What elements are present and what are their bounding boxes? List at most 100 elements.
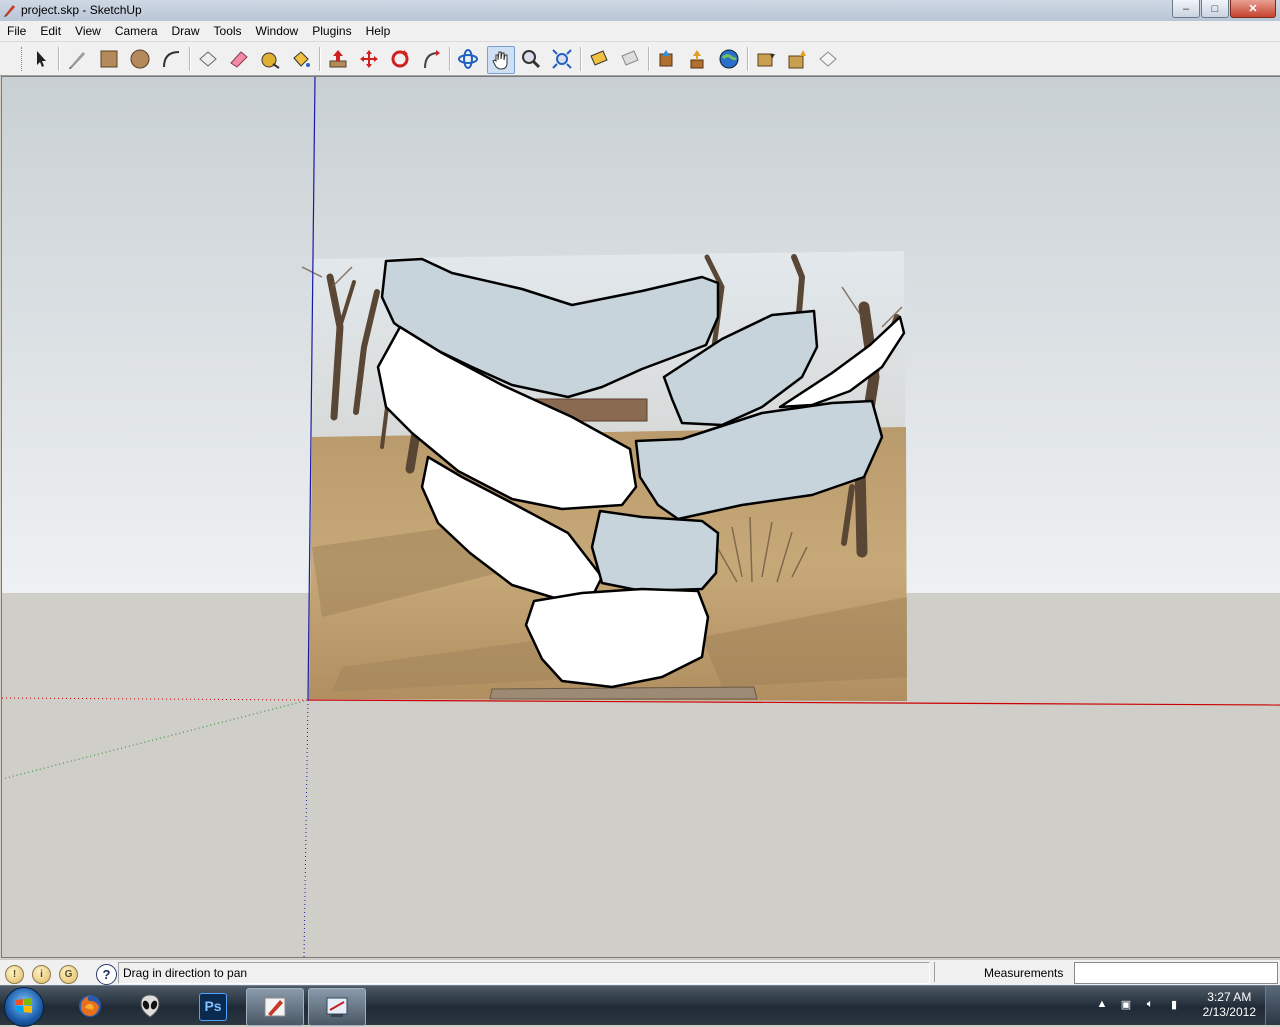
arc-tool-button[interactable] bbox=[158, 46, 184, 72]
components-share-icon bbox=[819, 51, 837, 67]
select-icon bbox=[37, 51, 46, 67]
preview-google-earth-button[interactable] bbox=[716, 46, 742, 72]
arc-icon bbox=[163, 51, 180, 68]
rectangle-tool-button[interactable] bbox=[96, 46, 122, 72]
follow-me-button[interactable] bbox=[418, 46, 444, 72]
firefox-icon bbox=[79, 995, 101, 1017]
question-icon[interactable]: ? bbox=[96, 964, 117, 985]
system-clock[interactable]: 3:27 AM 2/13/2012 bbox=[1203, 990, 1256, 1020]
pan-icon bbox=[492, 51, 508, 70]
photoshop-icon: Ps bbox=[199, 993, 227, 1021]
menu-edit[interactable]: Edit bbox=[33, 21, 68, 41]
status-text-panel bbox=[118, 962, 930, 984]
google-signin-icon[interactable]: G bbox=[59, 965, 78, 984]
select-tool-button[interactable] bbox=[28, 46, 54, 72]
section-plane-button[interactable] bbox=[586, 46, 612, 72]
scene-canvas[interactable] bbox=[2, 77, 1280, 957]
move-tool-button[interactable] bbox=[356, 46, 382, 72]
status-bar: ! i G ? Drag in direction to pan Measure… bbox=[0, 959, 1280, 986]
get-models-button[interactable] bbox=[654, 46, 680, 72]
section-cut-button[interactable] bbox=[617, 46, 643, 72]
windows-start-icon[interactable] bbox=[4, 987, 44, 1027]
components-up-button[interactable] bbox=[784, 46, 810, 72]
menu-draw[interactable]: Draw bbox=[165, 21, 207, 41]
maximize-button[interactable]: □ bbox=[1201, 0, 1229, 18]
close-button[interactable]: ✕ bbox=[1230, 0, 1276, 18]
push-pull-button[interactable] bbox=[325, 46, 351, 72]
toolbar-separator bbox=[580, 47, 582, 71]
components-up-icon bbox=[788, 50, 806, 69]
zoom-extents-button[interactable] bbox=[549, 46, 575, 72]
menu-view[interactable]: View bbox=[68, 21, 108, 41]
move-icon bbox=[360, 50, 378, 68]
menu-help[interactable]: Help bbox=[359, 21, 398, 41]
circle-tool-button[interactable] bbox=[127, 46, 153, 72]
measurements-label: Measurements bbox=[984, 966, 1064, 980]
section-plane-icon bbox=[590, 50, 608, 66]
taskbar-paint-app[interactable] bbox=[308, 988, 366, 1026]
clock-time: 3:27 AM bbox=[1207, 990, 1252, 1004]
minimize-button[interactable]: ‒ bbox=[1172, 0, 1200, 18]
window-title: project.skp - SketchUp bbox=[21, 3, 142, 17]
toolbar-separator bbox=[189, 47, 191, 71]
window-controls: ‒ □ ✕ bbox=[1172, 0, 1276, 18]
sketchup-app-icon bbox=[4, 5, 15, 17]
orbit-icon bbox=[458, 49, 478, 69]
taskbar-photoshop[interactable]: Ps bbox=[184, 988, 240, 1024]
eraser-icon bbox=[230, 51, 248, 68]
rotate-icon bbox=[391, 50, 409, 68]
paint-app-icon bbox=[326, 997, 348, 1017]
tape-measure-button[interactable] bbox=[257, 46, 283, 72]
show-hidden-icons-icon[interactable]: ▲ bbox=[1094, 998, 1110, 1014]
drawing-viewport[interactable] bbox=[1, 76, 1280, 958]
orbit-tool-button[interactable] bbox=[455, 46, 481, 72]
taskbar-alien-app[interactable] bbox=[122, 988, 178, 1024]
menu-plugins[interactable]: Plugins bbox=[305, 21, 358, 41]
taskbar-firefox[interactable] bbox=[62, 988, 118, 1024]
pan-tool-button[interactable] bbox=[487, 46, 515, 74]
follow-me-icon bbox=[424, 50, 440, 69]
credits-icon[interactable]: i bbox=[32, 965, 51, 984]
make-component-icon bbox=[199, 51, 217, 67]
rectangle-icon bbox=[100, 50, 118, 68]
make-component-button[interactable] bbox=[195, 46, 221, 72]
show-desktop-button[interactable] bbox=[1265, 986, 1280, 1025]
get-models-icon bbox=[659, 50, 673, 67]
zoom-icon bbox=[522, 50, 541, 69]
signal-bars-icon[interactable]: ▮ bbox=[1166, 998, 1182, 1014]
menu-window[interactable]: Window bbox=[249, 21, 306, 41]
zoom-extents-icon bbox=[552, 49, 572, 69]
network-device-icon[interactable]: ▣ bbox=[1118, 998, 1134, 1014]
share-model-button[interactable] bbox=[685, 46, 711, 72]
paint-bucket-icon bbox=[293, 51, 310, 67]
components-share-button[interactable] bbox=[815, 46, 841, 72]
stone-shape[interactable] bbox=[590, 509, 720, 593]
toolbar-grip[interactable] bbox=[21, 47, 25, 71]
toolbar-separator bbox=[319, 47, 321, 71]
main-toolbar bbox=[0, 42, 1280, 76]
eraser-tool-button[interactable] bbox=[226, 46, 252, 72]
menu-tools[interactable]: Tools bbox=[207, 21, 249, 41]
paint-bucket-button[interactable] bbox=[288, 46, 314, 72]
menu-camera[interactable]: Camera bbox=[108, 21, 165, 41]
toolbar-separator bbox=[648, 47, 650, 71]
title-bar: project.skp - SketchUp ‒ □ ✕ bbox=[0, 0, 1280, 22]
circle-icon bbox=[130, 49, 150, 69]
zoom-tool-button[interactable] bbox=[518, 46, 544, 72]
volume-icon[interactable]: 🔈︎ bbox=[1142, 998, 1158, 1014]
taskbar-sketchup[interactable] bbox=[246, 988, 304, 1026]
toolbar-separator bbox=[449, 47, 451, 71]
rotate-tool-button[interactable] bbox=[387, 46, 413, 72]
toolbar-separator bbox=[58, 47, 60, 71]
toolbar-separator bbox=[747, 47, 749, 71]
line-tool-button[interactable] bbox=[64, 46, 90, 72]
components-down-icon bbox=[757, 53, 775, 67]
tape-measure-icon bbox=[261, 52, 280, 69]
menu-file[interactable]: File bbox=[0, 21, 33, 41]
alien-app-icon bbox=[140, 994, 160, 1018]
line-pencil-icon bbox=[69, 52, 85, 69]
measurements-input[interactable] bbox=[1074, 962, 1278, 984]
clock-date: 2/13/2012 bbox=[1202, 1005, 1256, 1019]
geo-location-icon[interactable]: ! bbox=[5, 965, 24, 984]
components-down-button[interactable] bbox=[753, 46, 779, 72]
